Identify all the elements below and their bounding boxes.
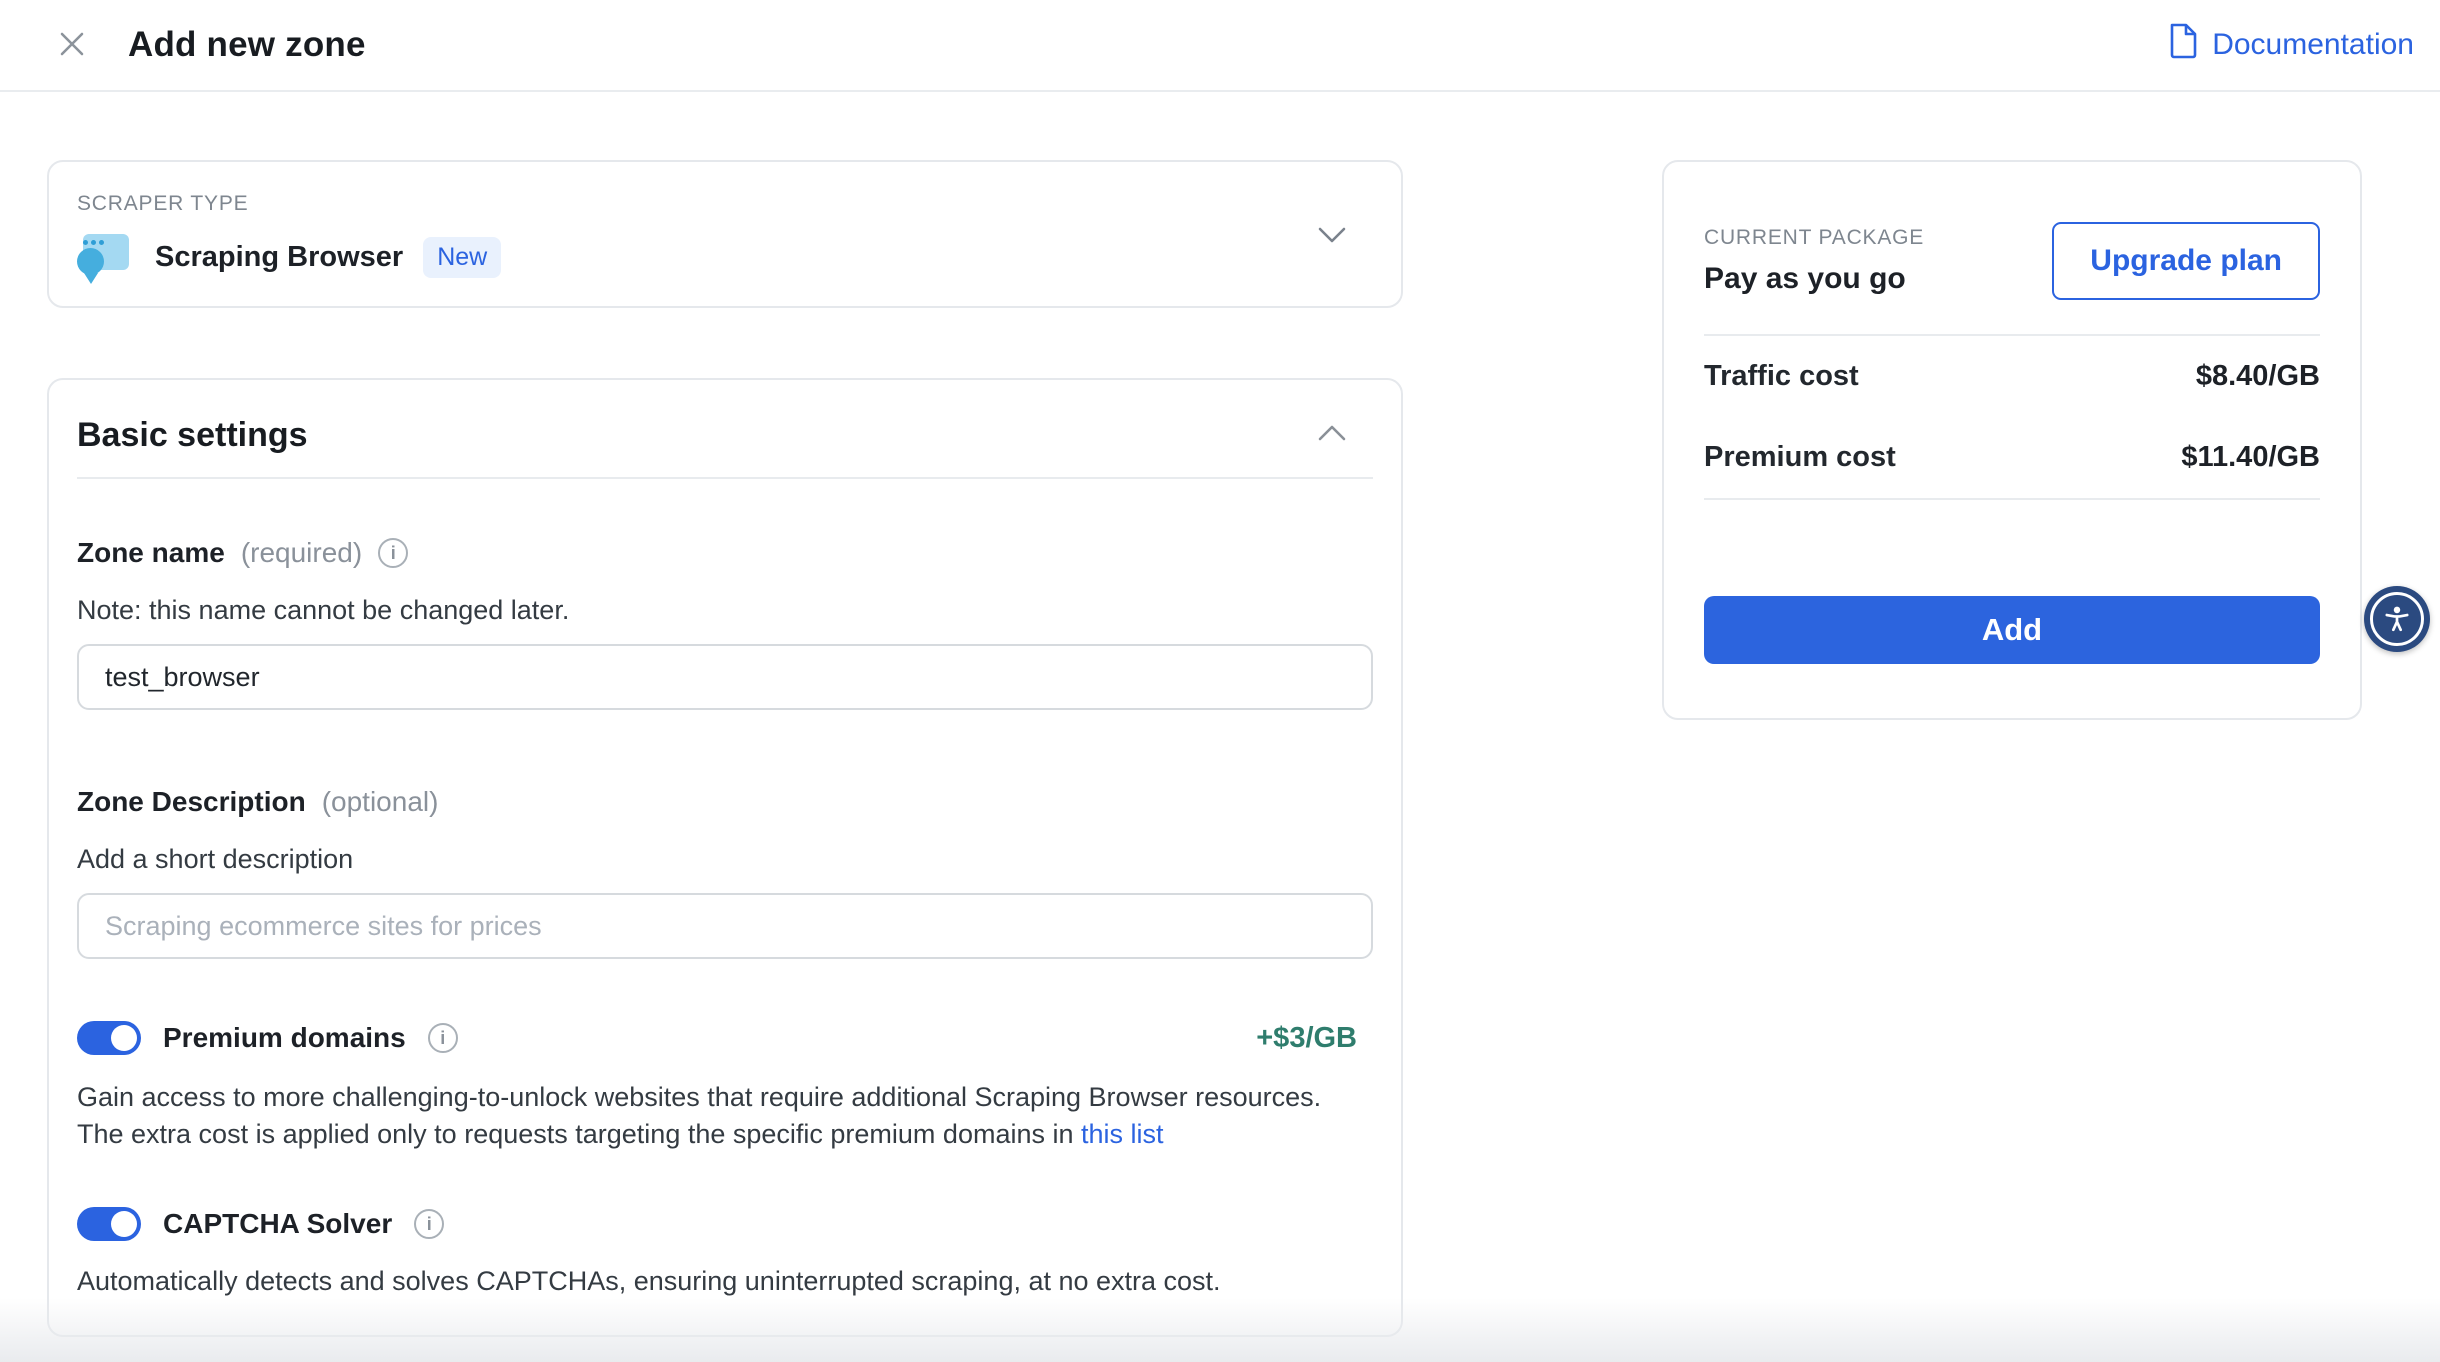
traffic-cost-label: Traffic cost — [1704, 360, 1859, 393]
info-icon[interactable]: i — [428, 1023, 458, 1053]
basic-settings-card: Basic settings Zone name (required) i No… — [47, 378, 1403, 1337]
premium-cost-value: $11.40/GB — [2181, 441, 2320, 474]
current-package-label: CURRENT PACKAGE — [1704, 226, 1924, 250]
zone-description-input[interactable] — [77, 893, 1373, 959]
documentation-link[interactable]: Documentation — [2168, 23, 2414, 67]
zone-name-input[interactable] — [77, 644, 1373, 710]
this-list-link[interactable]: this list — [1081, 1119, 1164, 1149]
scraper-type-value-row: Scraping Browser New — [77, 234, 1373, 280]
close-button[interactable] — [50, 23, 94, 67]
chevron-up-icon[interactable] — [1317, 424, 1347, 447]
scraper-type-label: SCRAPER TYPE — [77, 192, 1373, 216]
zone-name-field: Zone name (required) i Note: this name c… — [77, 537, 1373, 710]
premium-cost-label: Premium cost — [1704, 441, 1896, 474]
current-package-card: CURRENT PACKAGE Pay as you go Upgrade pl… — [1662, 160, 2362, 720]
close-icon — [55, 27, 89, 64]
traffic-cost-row: Traffic cost $8.40/GB — [1704, 336, 2320, 417]
zone-description-field: Zone Description (optional) Add a short … — [77, 786, 1373, 959]
captcha-solver-label: CAPTCHA Solver — [163, 1208, 392, 1240]
basic-settings-header[interactable]: Basic settings — [77, 416, 1373, 455]
header: Add new zone Documentation — [0, 0, 2440, 92]
page-title: Add new zone — [128, 25, 366, 65]
scraper-type-select[interactable]: SCRAPER TYPE Scraping Browser New — [47, 160, 1403, 308]
add-button[interactable]: Add — [1704, 596, 2320, 664]
zone-name-note: Note: this name cannot be changed later. — [77, 595, 1373, 626]
info-icon[interactable]: i — [414, 1209, 444, 1239]
accessibility-icon — [2370, 592, 2424, 646]
scraper-type-value: Scraping Browser — [155, 241, 403, 274]
documentation-label: Documentation — [2212, 28, 2414, 62]
captcha-solver-description: Automatically detects and solves CAPTCHA… — [77, 1263, 1357, 1300]
premium-domains-label: Premium domains — [163, 1022, 406, 1054]
new-badge: New — [423, 237, 501, 278]
basic-settings-title: Basic settings — [77, 416, 308, 455]
captcha-solver-row: CAPTCHA Solver i — [77, 1207, 1373, 1241]
info-icon[interactable]: i — [378, 538, 408, 568]
zone-description-optional-hint: (optional) — [322, 786, 439, 818]
captcha-solver-toggle[interactable] — [77, 1207, 141, 1241]
zone-name-label: Zone name — [77, 537, 225, 569]
premium-domains-toggle[interactable] — [77, 1021, 141, 1055]
premium-domains-row: Premium domains i +$3/GB — [77, 1021, 1373, 1055]
package-divider — [1704, 498, 2320, 500]
chevron-down-icon — [1317, 226, 1347, 244]
premium-cost-row: Premium cost $11.40/GB — [1704, 417, 2320, 498]
premium-domains-price: +$3/GB — [1256, 1022, 1357, 1055]
zone-name-required-hint: (required) — [241, 537, 362, 569]
zone-description-note: Add a short description — [77, 844, 1373, 875]
upgrade-plan-button[interactable]: Upgrade plan — [2052, 222, 2320, 300]
section-divider — [77, 477, 1373, 479]
traffic-cost-value: $8.40/GB — [2196, 360, 2320, 393]
package-info: CURRENT PACKAGE Pay as you go — [1704, 226, 1924, 296]
package-name: Pay as you go — [1704, 262, 1924, 296]
zone-description-label: Zone Description — [77, 786, 306, 818]
accessibility-widget-button[interactable] — [2364, 586, 2430, 652]
premium-domains-description: Gain access to more challenging-to-unloc… — [77, 1079, 1357, 1153]
scraping-browser-icon — [77, 234, 129, 280]
document-icon — [2168, 23, 2198, 67]
